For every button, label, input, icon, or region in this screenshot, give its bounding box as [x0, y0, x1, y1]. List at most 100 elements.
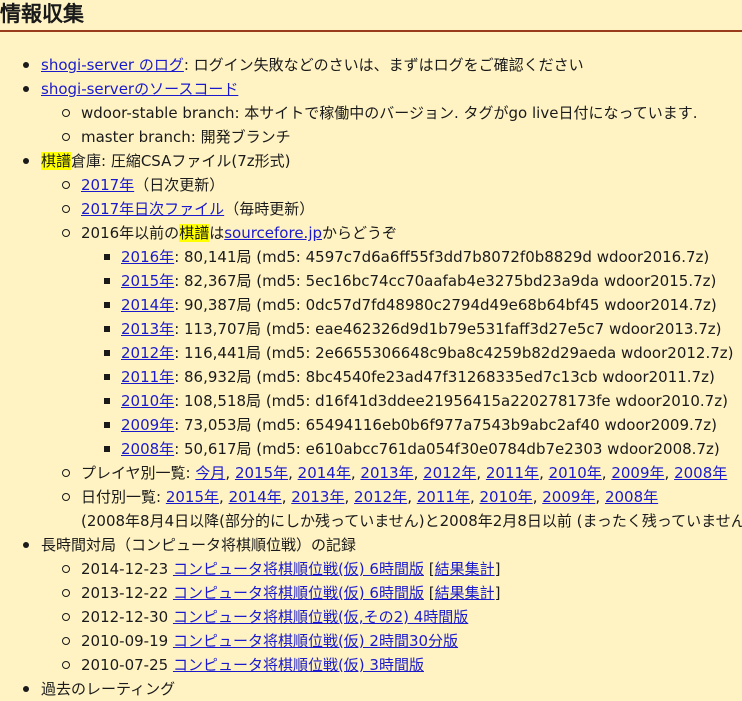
kifu-text: 倉庫: 圧縮CSAファイル(7z形式): [71, 152, 291, 170]
longgame-entry: 2014-12-23 コンピュータ将棋順位戦(仮) 6時間版 [結果集計]: [0, 557, 742, 581]
date-link[interactable]: 2009年: [542, 488, 595, 506]
longgame-link[interactable]: コンピュータ将棋順位戦(仮) 6時間版: [173, 584, 424, 602]
info-list: shogi-server のログ: ログイン失敗などのさいは、まずはログをご確認…: [0, 32, 742, 701]
archive-md5: (md5: 65494116eb0b6f977a7543b9abc2af40 w…: [251, 416, 718, 434]
branch-text: master branch: 開発ブランチ: [81, 128, 291, 146]
before-2016-post: からどうぞ: [322, 224, 398, 242]
archive-item: 2013年: 113,707局 (md5: eae462326d9d1b79e5…: [0, 317, 742, 341]
longgame-entry: 2013-12-22 コンピュータ将棋順位戦(仮) 6時間版 [結果集計]: [0, 581, 742, 605]
list-item-kifu: 棋譜倉庫: 圧縮CSAファイル(7z形式): [0, 149, 742, 173]
archive-item: 2009年: 73,053局 (md5: 65494116eb0b6f977a7…: [0, 413, 742, 437]
player-link[interactable]: 2015年: [235, 464, 288, 482]
source-link[interactable]: shogi-serverのソースコード: [41, 80, 238, 98]
archive-md5: (md5: 4597c7d6a6ff55f3dd7b8072f0b8829d w…: [251, 248, 710, 266]
archive-count: : 116,441局: [174, 344, 262, 362]
archive-md5: (md5: eae462326d9d1b79e531faff3d27e5c7 w…: [261, 320, 722, 338]
past-rating-text: 過去のレーティング: [41, 680, 176, 698]
archive-item: 2011年: 86,932局 (md5: 8bc4540fe23ad47f312…: [0, 365, 742, 389]
archive-item: 2012年: 116,441局 (md5: 2e6655306648c9ba8c…: [0, 341, 742, 365]
archive-md5: (md5: 5ec16bc74cc70aafab4e3275bd23a9da w…: [251, 272, 717, 290]
archive-year-link[interactable]: 2012年: [121, 344, 174, 362]
archive-year-link[interactable]: 2015年: [121, 272, 174, 290]
date-link[interactable]: 2013年: [291, 488, 344, 506]
list-item-longgame: 長時間対局（コンピュータ将棋順位戦）の記録: [0, 533, 742, 557]
sourceforge-link[interactable]: sourcefore.jp: [224, 224, 322, 242]
archive-md5: (md5: d16f41d3ddee21956415a220278173fe w…: [261, 392, 728, 410]
player-link[interactable]: 今月: [195, 464, 225, 482]
archive-year-link[interactable]: 2009年: [121, 416, 174, 434]
archive-count: : 86,932局: [174, 368, 252, 386]
date-list-item: 日付別一覧: 2015年, 2014年, 2013年, 2012年, 2011年…: [0, 485, 742, 509]
date-link[interactable]: 2008年: [605, 488, 658, 506]
archive-md5: (md5: 8bc4540fe23ad47f31268335ed7c13cb w…: [251, 368, 715, 386]
results-link[interactable]: 結果集計: [435, 584, 495, 602]
archive-count: : 80,141局: [174, 248, 252, 266]
archive-year-link[interactable]: 2010年: [121, 392, 174, 410]
branch-text: wdoor-stable branch: 本サイトで稼働中のバージョン. タグが…: [81, 104, 698, 122]
longgame-link[interactable]: コンピュータ将棋順位戦(仮) 2時間30分版: [173, 632, 458, 650]
kifu-before-2016-item: 2016年以前の棋譜はsourcefore.jpからどうぞ: [0, 221, 742, 245]
list-item-source: shogi-serverのソースコード: [0, 77, 742, 101]
longgame-date: 2014-12-23: [81, 560, 173, 578]
highlight-kifu: 棋譜: [179, 224, 210, 242]
before-2016-mid: は: [209, 224, 225, 242]
archive-year-link[interactable]: 2016年: [121, 248, 174, 266]
date-link[interactable]: 2011年: [417, 488, 470, 506]
date-list-label: 日付別一覧:: [81, 488, 166, 506]
date-link[interactable]: 2015年: [166, 488, 219, 506]
archive-item: 2014年: 90,387局 (md5: 0dc57d7fd48980c2794…: [0, 293, 742, 317]
player-link[interactable]: 2010年: [549, 464, 602, 482]
date-link[interactable]: 2014年: [229, 488, 282, 506]
log-link[interactable]: shogi-server のログ: [41, 56, 184, 74]
archive-item: 2008年: 50,617局 (md5: e610abcc761da054f30…: [0, 437, 742, 461]
page-title: 情報収集: [0, 0, 742, 32]
archive-year-link[interactable]: 2014年: [121, 296, 174, 314]
archive-md5: (md5: 2e6655306648c9ba8c4259b82d29aeda w…: [261, 344, 734, 362]
longgame-link[interactable]: コンピュータ将棋順位戦(仮) 6時間版: [173, 560, 424, 578]
longgame-link[interactable]: コンピュータ将棋順位戦(仮,その2) 4時間版: [173, 608, 468, 626]
results-link[interactable]: 結果集計: [435, 560, 495, 578]
archive-year-link[interactable]: 2011年: [121, 368, 174, 386]
player-link[interactable]: 2014年: [298, 464, 351, 482]
player-link[interactable]: 2008年: [674, 464, 727, 482]
archive-year-link[interactable]: 2013年: [121, 320, 174, 338]
longgame-entry: 2012-12-30 コンピュータ将棋順位戦(仮,その2) 4時間版: [0, 605, 742, 629]
longgame-entry: 2010-09-19 コンピュータ将棋順位戦(仮) 2時間30分版: [0, 629, 742, 653]
longgame-date: 2010-07-25: [81, 656, 173, 674]
archive-item: 2015年: 82,367局 (md5: 5ec16bc74cc70aafab4…: [0, 269, 742, 293]
kifu-2017-daily-link[interactable]: 2017年日次ファイル: [81, 200, 224, 218]
player-list-label: プレイヤ別一覧:: [81, 464, 196, 482]
archive-count: : 90,387局: [174, 296, 252, 314]
player-link[interactable]: 2012年: [423, 464, 476, 482]
kifu-2017-daily-note: （毎時更新）: [224, 200, 315, 218]
longgame-date: 2012-12-30: [81, 608, 173, 626]
kifu-2017-note: （日次更新）: [134, 176, 225, 194]
archive-md5: (md5: e610abcc761da054f30e0784db7e2303 w…: [251, 440, 720, 458]
archive-year-link[interactable]: 2008年: [121, 440, 174, 458]
list-item-log: shogi-server のログ: ログイン失敗などのさいは、まずはログをご確認…: [0, 53, 742, 77]
player-link[interactable]: 2011年: [486, 464, 539, 482]
archive-count: : 108,518局: [174, 392, 262, 410]
player-link[interactable]: 2013年: [360, 464, 413, 482]
archive-item: 2010年: 108,518局 (md5: d16f41d3ddee219564…: [0, 389, 742, 413]
player-list-item: プレイヤ別一覧: 今月, 2015年, 2014年, 2013年, 2012年,…: [0, 461, 742, 485]
date-link[interactable]: 2010年: [480, 488, 533, 506]
archive-count: : 113,707局: [174, 320, 262, 338]
date-list-note: (2008年8月4日以降(部分的にしか残っていません)と2008年2月8日以前 …: [81, 512, 742, 530]
player-link[interactable]: 2009年: [611, 464, 664, 482]
log-text: : ログイン失敗などのさいは、まずはログをご確認ください: [183, 56, 584, 74]
longgame-link[interactable]: コンピュータ将棋順位戦(仮) 3時間版: [173, 656, 424, 674]
date-link[interactable]: 2012年: [354, 488, 407, 506]
longgame-text: 長時間対局（コンピュータ将棋順位戦）の記録: [41, 536, 357, 554]
archive-count: : 82,367局: [174, 272, 252, 290]
list-item-past-rating: 過去のレーティング: [0, 677, 742, 701]
archive-item: 2016年: 80,141局 (md5: 4597c7d6a6ff55f3dd7…: [0, 245, 742, 269]
branch-item: wdoor-stable branch: 本サイトで稼働中のバージョン. タグが…: [0, 101, 742, 125]
archive-md5: (md5: 0dc57d7fd48980c2794d49e68b64bf45 w…: [251, 296, 717, 314]
longgame-date: 2010-09-19: [81, 632, 173, 650]
longgame-date: 2013-12-22: [81, 584, 173, 602]
archive-count: : 50,617局: [174, 440, 252, 458]
kifu-2017-link[interactable]: 2017年: [81, 176, 134, 194]
branch-item: master branch: 開発ブランチ: [0, 125, 742, 149]
longgame-entry: 2010-07-25 コンピュータ将棋順位戦(仮) 3時間版: [0, 653, 742, 677]
